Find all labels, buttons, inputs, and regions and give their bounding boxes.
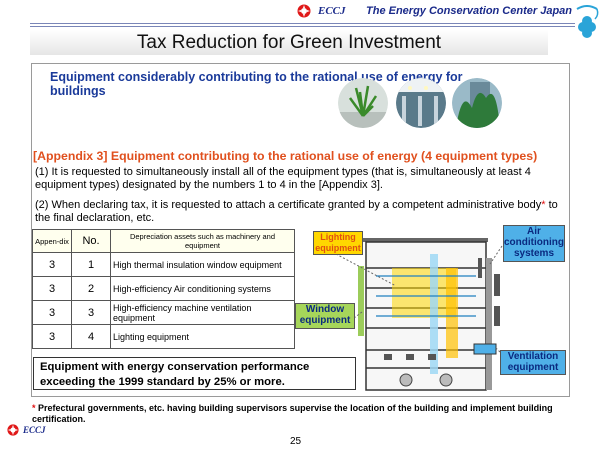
header-eccj-label: ECCJ <box>318 5 346 17</box>
cell-no: 4 <box>71 324 111 349</box>
cell-asset: High-efficiency machine ventilation equi… <box>110 300 295 325</box>
cell-no: 2 <box>71 276 111 301</box>
eccj-logo-icon <box>297 4 311 18</box>
cell-no: 1 <box>71 252 111 277</box>
header-no: No. <box>71 229 111 253</box>
cell-no: 3 <box>71 300 111 325</box>
plant-photo <box>338 78 388 128</box>
point-2: (2) When declaring tax, it is requested … <box>35 199 570 225</box>
window-equipment-label: Window equipment <box>295 303 355 329</box>
table-row: 3 2 High-efficiency Air conditioning sys… <box>32 276 295 301</box>
page-title: Tax Reduction for Green Investment <box>30 30 548 55</box>
footer-eccj-label: ECCJ <box>23 425 46 435</box>
lights-photo <box>396 78 446 128</box>
cell-asset: Lighting equipment <box>110 324 295 349</box>
equipment-table: Appen-dix No. Depreciation assets such a… <box>32 229 295 349</box>
header-rule <box>30 26 575 27</box>
cell-asset: High thermal insulation window equipment <box>110 252 295 277</box>
cell-appendix: 3 <box>32 324 72 349</box>
table-row: 3 1 High thermal insulation window equip… <box>32 252 295 277</box>
lighting-equipment-label: Lighting equipment <box>313 231 363 255</box>
point-1: (1) It is requested to simultaneously in… <box>35 166 531 191</box>
header-center-name: The Energy Conservation Center Japan <box>366 5 572 17</box>
cell-appendix: 3 <box>32 252 72 277</box>
clover-logo-icon <box>576 5 599 38</box>
cell-asset: High-efficiency Air conditioning systems <box>110 276 295 301</box>
footnote: * Prefectural governments, etc. having b… <box>32 403 587 425</box>
page-number: 25 <box>290 436 302 447</box>
eccj-footer-logo-icon <box>7 424 19 436</box>
cell-appendix: 3 <box>32 300 72 325</box>
table-row: 3 4 Lighting equipment <box>32 324 295 349</box>
ventilation-equipment-label: Ventilation equipment <box>500 350 566 375</box>
header-assets: Depreciation assets such as machinery an… <box>110 229 295 253</box>
header-appendix: Appen-dix <box>32 229 72 253</box>
table-row: 3 3 High-efficiency machine ventilation … <box>32 300 295 325</box>
point-2-text: (2) When declaring tax, it is requested … <box>35 199 542 211</box>
building-photo <box>452 78 502 128</box>
footnote-text: Prefectural governments, etc. having bui… <box>32 403 553 424</box>
appendix-title: [Appendix 3] Equipment contributing to t… <box>33 149 538 163</box>
cell-appendix: 3 <box>32 276 72 301</box>
table-header-row: Appen-dix No. Depreciation assets such a… <box>32 229 295 253</box>
air-conditioning-label: Air conditioning systems <box>503 225 565 262</box>
header-rule <box>30 23 575 24</box>
